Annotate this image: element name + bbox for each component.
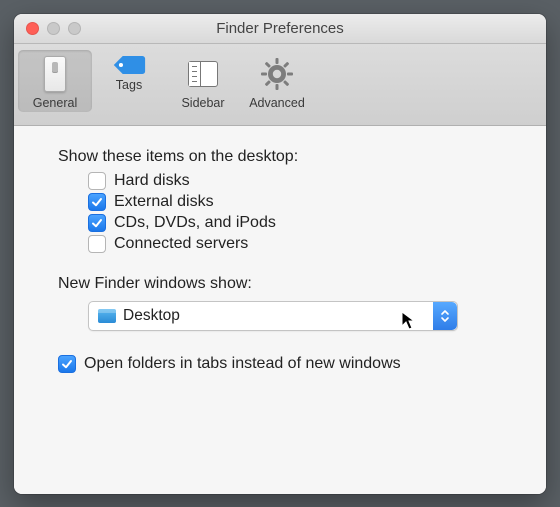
checkbox-label: External disks (114, 193, 214, 211)
toolbar: General Tags Sidebar (14, 44, 546, 126)
checkbox-icon (88, 193, 106, 211)
new-window-popup[interactable]: Desktop (88, 301, 458, 331)
checkbox-connected-servers[interactable]: Connected servers (88, 235, 510, 253)
gear-icon (257, 54, 297, 94)
checkbox-cds-dvds-ipods[interactable]: CDs, DVDs, and iPods (88, 214, 510, 232)
checkbox-label: Connected servers (114, 235, 248, 253)
tag-icon (112, 54, 146, 76)
desktop-folder-icon (98, 309, 116, 323)
checkbox-icon (58, 355, 76, 373)
tab-advanced[interactable]: Advanced (240, 50, 314, 112)
tab-label: Advanced (249, 96, 305, 110)
checkbox-external-disks[interactable]: External disks (88, 193, 510, 211)
checkbox-icon (88, 214, 106, 232)
desktop-items-heading: Show these items on the desktop: (58, 148, 510, 166)
tab-label: Tags (116, 78, 142, 92)
tab-label: General (33, 96, 77, 110)
checkbox-label: Hard disks (114, 172, 190, 190)
checkbox-label: Open folders in tabs instead of new wind… (84, 355, 401, 373)
new-window-heading: New Finder windows show: (58, 275, 510, 293)
switch-icon (35, 54, 75, 94)
zoom-icon[interactable] (68, 22, 81, 35)
checkbox-hard-disks[interactable]: Hard disks (88, 172, 510, 190)
sidebar-icon (183, 54, 223, 94)
chevron-up-down-icon (433, 302, 457, 330)
tab-tags[interactable]: Tags (92, 50, 166, 94)
tab-sidebar[interactable]: Sidebar (166, 50, 240, 112)
popup-selected-label: Desktop (123, 307, 180, 325)
preferences-window: Finder Preferences General Tags (14, 14, 546, 494)
titlebar: Finder Preferences (14, 14, 546, 44)
minimize-icon[interactable] (47, 22, 60, 35)
checkbox-icon (88, 235, 106, 253)
checkbox-icon (88, 172, 106, 190)
cursor-icon (401, 311, 417, 336)
content-pane: Show these items on the desktop: Hard di… (14, 126, 546, 494)
window-title: Finder Preferences (14, 20, 546, 37)
tab-label: Sidebar (181, 96, 224, 110)
checkbox-open-in-tabs[interactable]: Open folders in tabs instead of new wind… (58, 355, 510, 373)
checkbox-label: CDs, DVDs, and iPods (114, 214, 276, 232)
close-icon[interactable] (26, 22, 39, 35)
window-controls (14, 22, 81, 35)
tab-general[interactable]: General (18, 50, 92, 112)
